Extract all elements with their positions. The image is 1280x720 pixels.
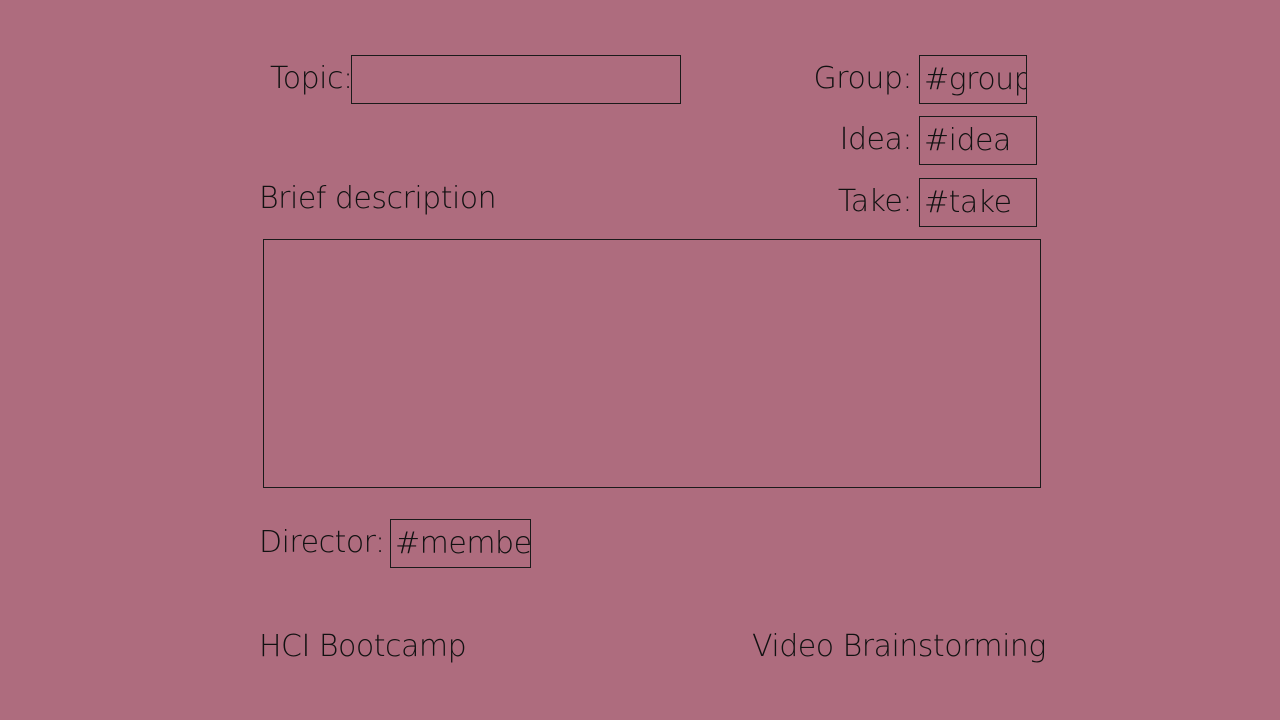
group-field[interactable]: #group <box>919 55 1027 104</box>
director-label: Director: <box>259 525 385 560</box>
director-field[interactable]: #member <box>390 519 531 568</box>
take-label: Take: <box>837 184 913 219</box>
footer-activity-title: Video Brainstorming <box>752 629 1046 664</box>
description-label: Brief description <box>259 181 497 216</box>
idea-label: Idea: <box>839 122 913 157</box>
idea-field[interactable]: #idea <box>919 116 1037 165</box>
topic-input[interactable] <box>351 55 681 104</box>
footer-course-title: HCI Bootcamp <box>259 629 467 664</box>
topic-label: Topic: <box>270 61 353 96</box>
description-textarea[interactable] <box>263 239 1041 488</box>
group-label: Group: <box>813 61 913 96</box>
take-field[interactable]: #take <box>919 178 1037 227</box>
